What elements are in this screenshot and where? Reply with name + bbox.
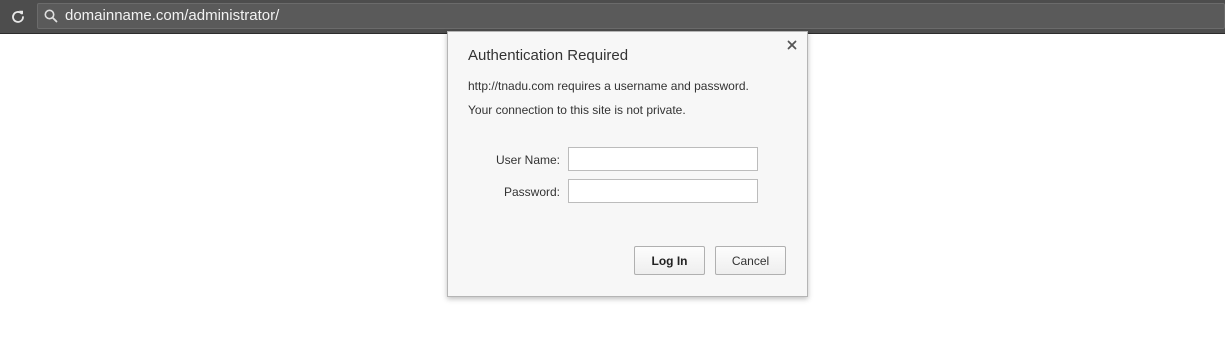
login-button[interactable]: Log In xyxy=(634,246,705,275)
address-bar[interactable]: domainname.com/administrator/ xyxy=(37,3,1225,29)
url-text[interactable]: domainname.com/administrator/ xyxy=(65,7,279,25)
reload-icon xyxy=(12,10,24,23)
reload-button[interactable] xyxy=(6,5,30,29)
dialog-title: Authentication Required xyxy=(468,47,629,64)
auth-message: http://tnadu.com requires a username and… xyxy=(468,79,749,93)
search-icon xyxy=(44,9,58,23)
password-field[interactable] xyxy=(568,179,758,203)
username-field[interactable] xyxy=(568,147,758,171)
close-icon[interactable] xyxy=(785,38,799,52)
auth-dialog: Authentication Required http://tnadu.com… xyxy=(447,31,808,297)
password-label: Password: xyxy=(503,185,560,199)
privacy-warning: Your connection to this site is not priv… xyxy=(468,103,686,117)
browser-toolbar: domainname.com/administrator/ xyxy=(0,0,1225,34)
username-label: User Name: xyxy=(495,153,560,167)
cancel-button[interactable]: Cancel xyxy=(715,246,786,275)
